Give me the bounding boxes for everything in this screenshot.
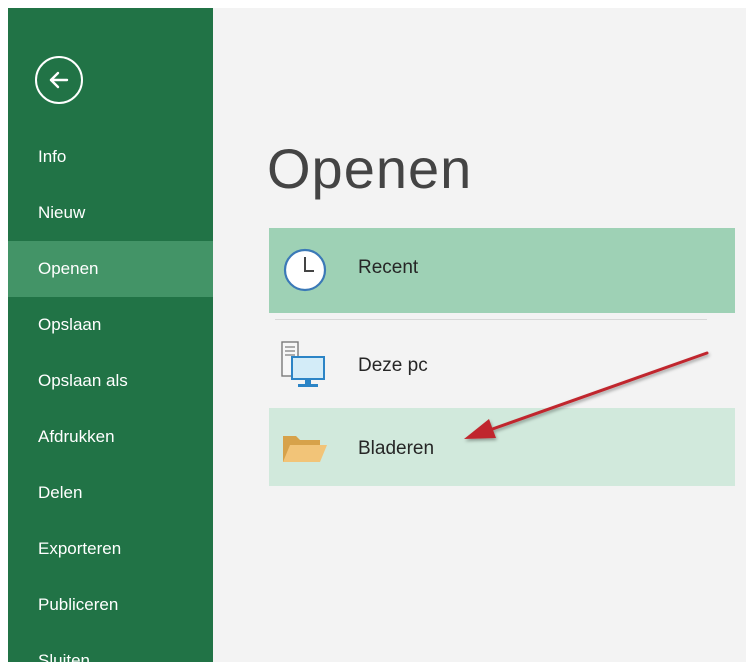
divider xyxy=(275,319,707,320)
nav-item-opslaan-als[interactable]: Opslaan als xyxy=(8,353,213,409)
computer-icon xyxy=(281,341,325,387)
back-button[interactable] xyxy=(35,56,83,104)
arrow-left-icon xyxy=(49,71,69,89)
clock-icon xyxy=(283,248,327,292)
backstage-sidebar: Info Nieuw Openen Opslaan Opslaan als Af… xyxy=(8,8,213,662)
backstage-nav: Info Nieuw Openen Opslaan Opslaan als Af… xyxy=(8,129,213,662)
location-label-recent: Recent xyxy=(358,257,419,278)
backstage-window: Info Nieuw Openen Opslaan Opslaan als Af… xyxy=(0,0,746,662)
location-this-pc[interactable]: Deze pc xyxy=(269,328,735,408)
location-label-browse: Bladeren xyxy=(358,438,435,459)
location-label-this-pc: Deze pc xyxy=(358,355,428,376)
nav-item-publiceren[interactable]: Publiceren xyxy=(8,577,213,633)
nav-item-openen[interactable]: Openen xyxy=(8,241,213,297)
location-browse[interactable]: Bladeren xyxy=(269,408,735,486)
page-title: Openen xyxy=(267,137,473,200)
nav-item-exporteren[interactable]: Exporteren xyxy=(8,521,213,577)
nav-item-opslaan[interactable]: Opslaan xyxy=(8,297,213,353)
nav-item-afdrukken[interactable]: Afdrukken xyxy=(8,409,213,465)
nav-item-nieuw[interactable]: Nieuw xyxy=(8,185,213,241)
nav-item-sluiten[interactable]: Sluiten xyxy=(8,633,213,662)
nav-item-info[interactable]: Info xyxy=(8,129,213,185)
backstage-main: Openen Recent Deze pc Bladeren xyxy=(213,8,746,662)
nav-item-delen[interactable]: Delen xyxy=(8,465,213,521)
folder-icon xyxy=(283,436,327,462)
open-pane: Openen Recent Deze pc Bladeren xyxy=(213,8,735,662)
location-recent[interactable]: Recent xyxy=(269,228,735,313)
